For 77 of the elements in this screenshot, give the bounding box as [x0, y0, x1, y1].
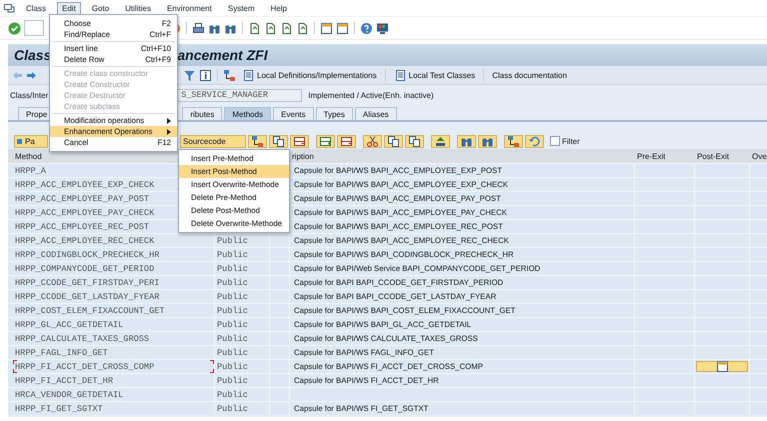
page-arrow-icon[interactable] [248, 22, 261, 34]
printer-icon[interactable] [192, 22, 205, 34]
tab[interactable]: Events [273, 107, 314, 120]
square-icon [17, 138, 22, 144]
hierarchy-icon[interactable] [507, 134, 520, 148]
parameters-button[interactable]: Pa [14, 134, 48, 148]
command-field[interactable] [24, 20, 44, 36]
check-icon[interactable] [8, 22, 21, 34]
help-icon[interactable] [360, 22, 373, 34]
toolbar-button[interactable] [316, 134, 335, 148]
monitor-icon[interactable] [376, 22, 389, 34]
class-name-field[interactable]: S_SERVICE_MANAGER [177, 88, 302, 102]
visibility-cell: Public [215, 402, 270, 415]
delete-row-icon[interactable] [340, 134, 353, 148]
toolbar-button[interactable] [248, 134, 267, 148]
window-icon[interactable] [716, 360, 728, 373]
column-header: Pre-Exit [636, 152, 666, 160]
field-label: Class/Inter [10, 90, 48, 100]
system-menu-icon[interactable] [4, 4, 15, 12]
menu-item[interactable]: Class [21, 2, 52, 14]
document-icon[interactable] [394, 68, 407, 82]
filter-icon[interactable] [183, 68, 196, 82]
tab[interactable]: Types [316, 107, 353, 120]
menu-item[interactable]: System [222, 2, 260, 14]
copy-icon[interactable] [272, 134, 285, 148]
column-header: Method [14, 152, 42, 160]
post-exit-button[interactable] [696, 361, 748, 372]
delete-row-icon[interactable] [293, 134, 306, 148]
method-cell: HRPP_FI_ACCT_DET_CROSS_COMP [13, 360, 215, 373]
window-title: Class [14, 47, 52, 63]
document-icon[interactable] [242, 68, 255, 82]
status-text: Implemented / Active(Enh. inactive) [308, 90, 434, 100]
undo-icon[interactable] [528, 134, 541, 148]
menu-item[interactable]: Goto [86, 2, 114, 14]
toolbar-link-button[interactable]: Local Test Classes [390, 68, 478, 82]
column-header: ription [291, 152, 314, 160]
hierarchy-icon[interactable] [251, 134, 264, 148]
column-header: Ove [751, 152, 767, 160]
window-icon[interactable] [336, 22, 349, 34]
copy-icon[interactable] [408, 134, 421, 148]
method-cell: HRPP_FI_GET_SGTXT [13, 402, 215, 415]
page-arrow-icon[interactable] [264, 22, 277, 34]
forward-arrow-icon[interactable] [26, 70, 37, 80]
toolbar-button[interactable] [363, 134, 382, 148]
toolbar-link-button[interactable]: Class documentation [489, 70, 570, 80]
page-arrow-icon[interactable] [296, 22, 309, 34]
insert-row-icon[interactable] [319, 134, 332, 148]
window-icon[interactable] [320, 22, 333, 34]
menu-item[interactable]: Edit [57, 2, 81, 14]
toolbar-button[interactable] [337, 134, 356, 148]
menu-item[interactable]: Help [266, 2, 292, 14]
toolbar-button[interactable] [405, 134, 424, 148]
toolbar-button[interactable] [431, 134, 450, 148]
filter-checkbox[interactable] [550, 136, 560, 146]
menu-item[interactable]: Environment [162, 2, 217, 14]
page-arrow-icon[interactable] [280, 22, 293, 34]
tab[interactable]: Methods [224, 107, 272, 120]
table-row[interactable]: HRCA_VENDOR_GETDETAIL Public [8, 387, 767, 401]
column-header: Post-Exit [696, 152, 730, 160]
info-icon[interactable] [199, 68, 212, 82]
upload-icon[interactable] [434, 134, 447, 148]
sourcecode-button[interactable]: Sourcecode [180, 134, 246, 148]
window-title: ancement ZFI [177, 47, 268, 63]
toolbar-button[interactable] [384, 134, 403, 148]
toolbar-link-button[interactable]: Local Definitions/Implementations [239, 68, 380, 82]
toolbar-button[interactable] [457, 134, 476, 148]
tab[interactable]: Aliases [354, 107, 397, 120]
tab[interactable]: ributes [182, 107, 222, 120]
toolbar-button[interactable] [269, 134, 288, 148]
checkbox-label: Filter [562, 136, 580, 146]
toolbar-button[interactable] [478, 134, 497, 148]
hierarchy-icon[interactable] [223, 68, 236, 82]
toolbar-button[interactable] [290, 134, 309, 148]
scissors-icon[interactable] [366, 134, 379, 148]
toolbar-button[interactable] [504, 134, 523, 148]
menu-item[interactable]: Utilities [120, 2, 156, 14]
copy-icon[interactable] [387, 134, 400, 148]
